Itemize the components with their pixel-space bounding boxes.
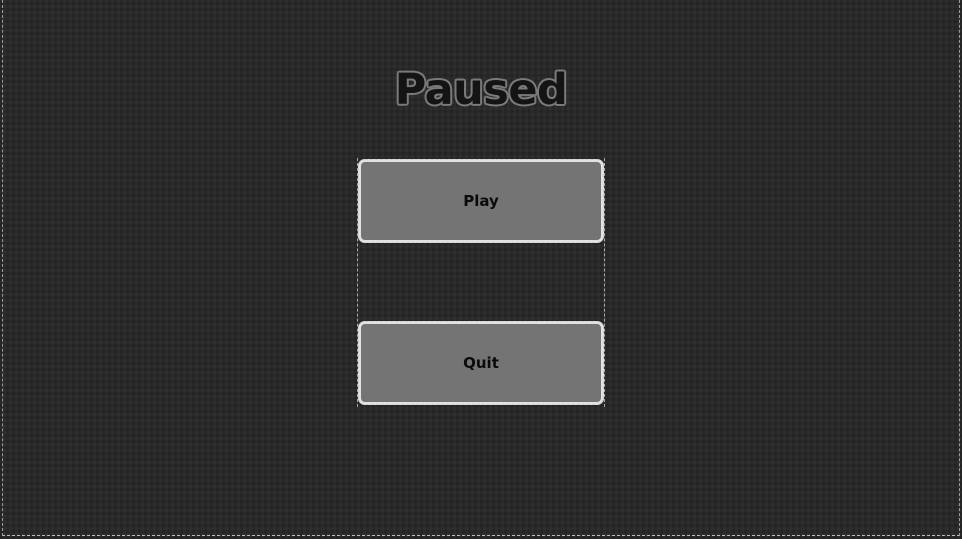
quit-button[interactable]: Quit [358,321,604,405]
pause-menu-panel: Play Quit [357,158,605,407]
quit-button-label: Quit [463,354,499,372]
pause-title: Paused [394,65,568,115]
play-button-label: Play [463,192,499,210]
play-button[interactable]: Play [358,159,604,243]
